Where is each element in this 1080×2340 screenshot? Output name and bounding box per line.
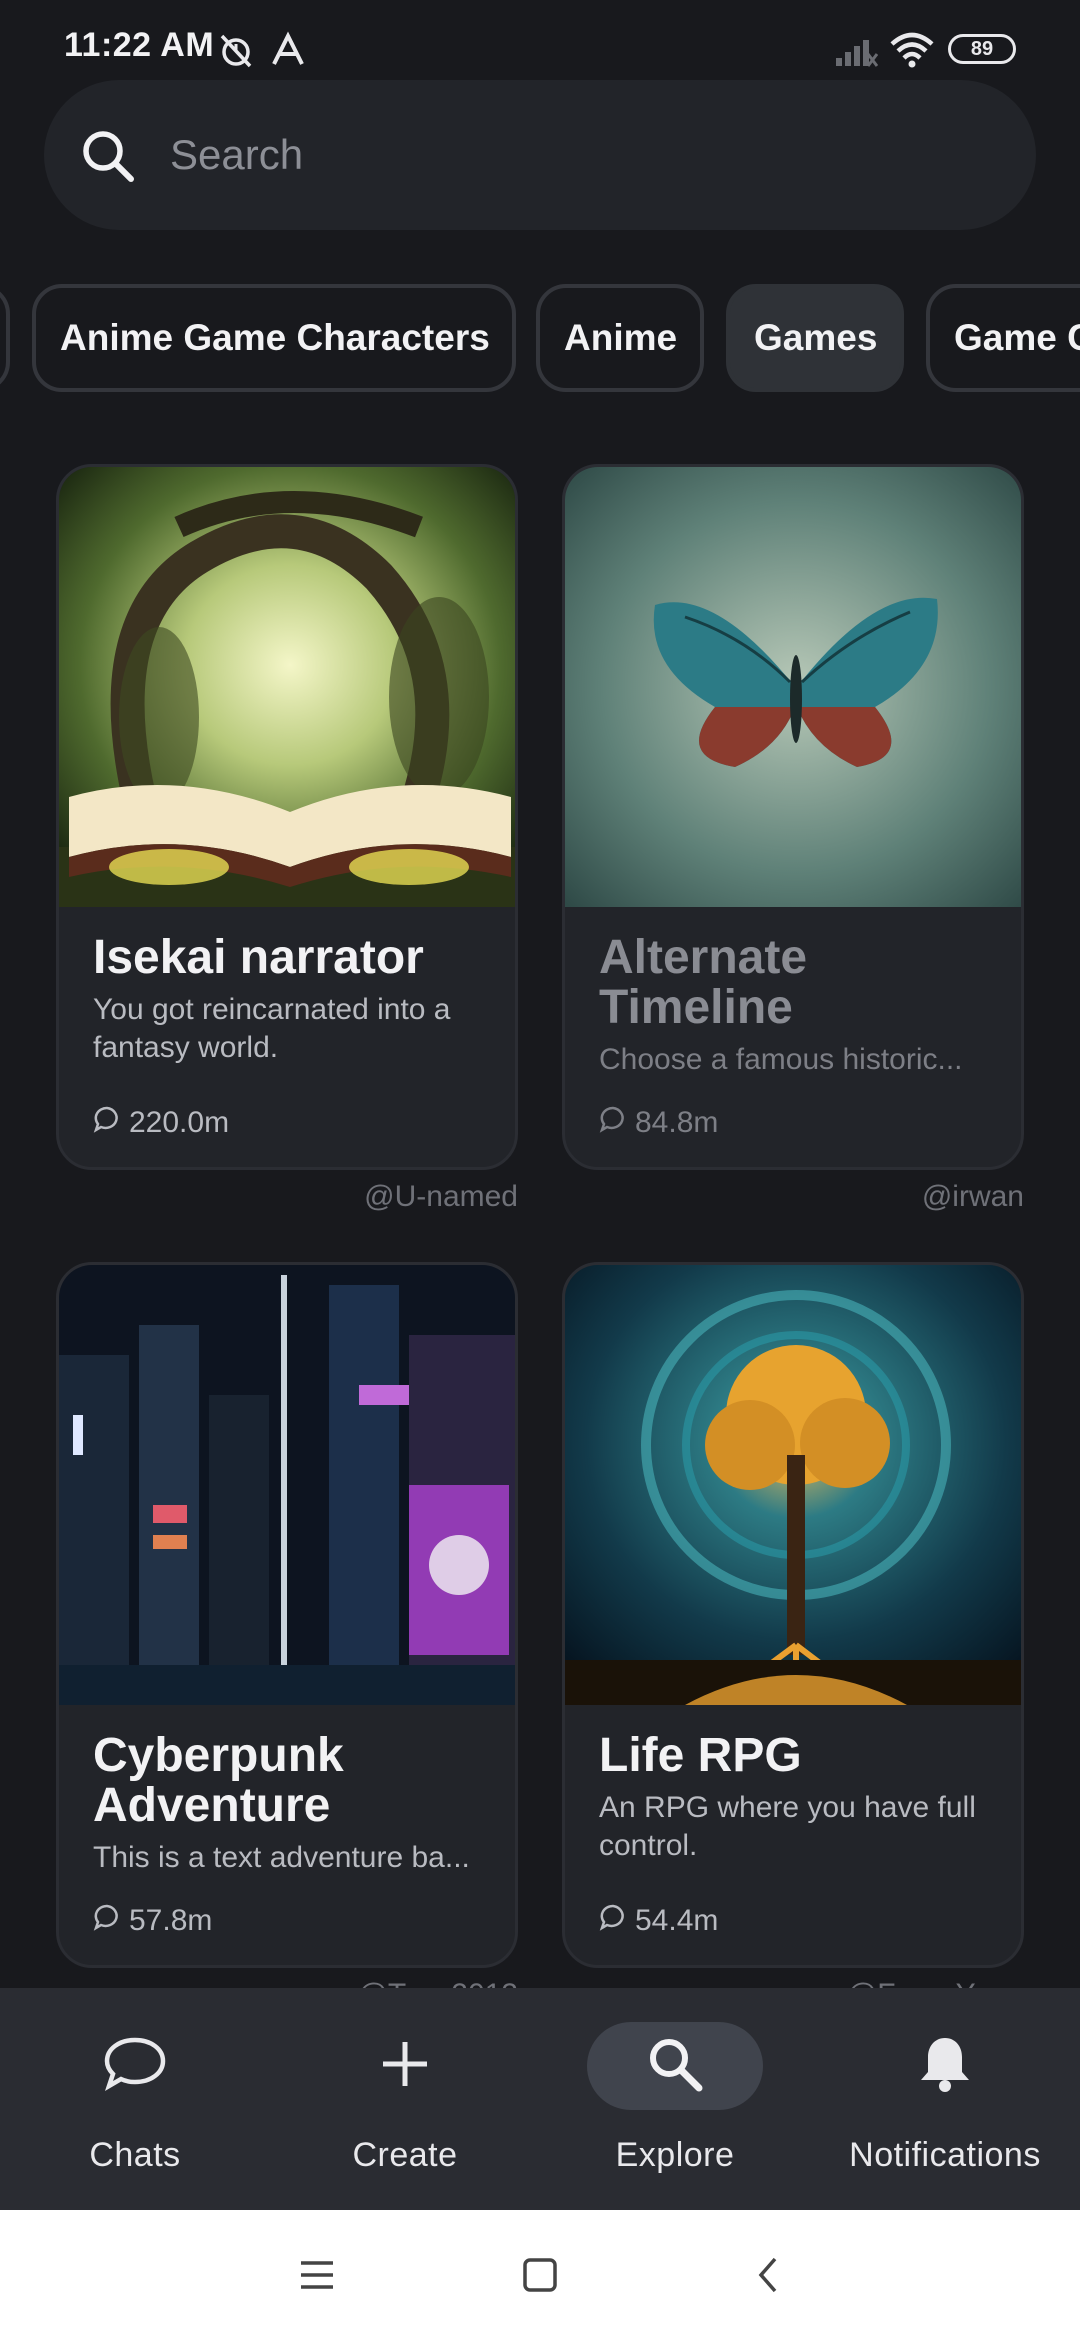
nav-icon-container: [587, 2022, 763, 2110]
nav-item-explore[interactable]: Explore: [540, 1988, 810, 2210]
card-image-magic-book: [59, 467, 515, 907]
chat-bubble-icon: [103, 2034, 167, 2099]
chat-count-value: 57.8m: [129, 1904, 213, 1937]
search-icon: [78, 126, 138, 191]
search-icon: [645, 2034, 705, 2099]
card-image-cosmic-tree: [565, 1265, 1021, 1705]
bottom-navigation: Chats Create Explore Notifications: [0, 1988, 1080, 2210]
card-title: Life RPG: [599, 1729, 802, 1782]
character-card-isekai-narrator[interactable]: Isekai narrator You got reincarnated int…: [56, 464, 518, 1170]
nav-item-notifications[interactable]: Notifications: [810, 1988, 1080, 2210]
back-icon[interactable]: [738, 2250, 798, 2300]
card-image-butterfly: [565, 467, 1021, 907]
nav-item-chats[interactable]: Chats: [0, 1988, 270, 2210]
nav-icon-container: [317, 2022, 493, 2110]
nav-label: Create: [352, 2136, 458, 2174]
character-card-cyberpunk-adventure[interactable]: Cyberpunk Adventure This is a text adven…: [56, 1262, 518, 1968]
nav-item-create[interactable]: Create: [270, 1988, 540, 2210]
character-card-alternate-timeline[interactable]: Alternate Timeline Choose a famous histo…: [562, 464, 1024, 1170]
status-time: 11:22 AM: [64, 26, 215, 64]
chat-bubble-icon: [599, 1105, 627, 1141]
card-description: You got reincarnated into a fantasy worl…: [93, 993, 451, 1064]
chat-count-value: 54.4m: [635, 1904, 719, 1937]
category-chip-game-c[interactable]: Game C: [926, 284, 1080, 392]
category-chips: Anime Game Characters Anime Games Game C: [0, 284, 1080, 392]
system-navigation-bar: [0, 2210, 1080, 2340]
chat-count: 220.0m: [93, 1105, 229, 1141]
bell-icon: [915, 2032, 975, 2101]
chat-count: 54.4m: [599, 1903, 718, 1939]
chat-bubble-icon: [93, 1903, 121, 1939]
category-chip-games[interactable]: Games: [726, 284, 904, 392]
category-chip-anime[interactable]: Anime: [536, 284, 704, 392]
recent-apps-icon[interactable]: [287, 2250, 347, 2300]
chat-count-value: 84.8m: [635, 1106, 719, 1139]
nav-label: Chats: [89, 2136, 181, 2174]
screen: 11:22 AM 89 Search Anime Game Characters…: [0, 0, 1080, 2340]
home-icon[interactable]: [510, 2250, 570, 2300]
chat-count: 57.8m: [93, 1903, 212, 1939]
character-card-life-rpg[interactable]: Life RPG An RPG where you have full cont…: [562, 1262, 1024, 1968]
card-description: An RPG where you have full control.: [599, 1791, 976, 1862]
card-author[interactable]: @U-named: [218, 1180, 518, 1214]
chat-bubble-icon: [93, 1105, 121, 1141]
alarm-off-icon: [216, 30, 256, 75]
chat-bubble-icon: [599, 1903, 627, 1939]
nav-label: Explore: [615, 2136, 735, 2174]
search-input[interactable]: [170, 120, 970, 190]
chat-count-value: 220.0m: [129, 1106, 230, 1139]
nav-icon-container: [47, 2022, 223, 2110]
card-description: Choose a famous historic...: [599, 1043, 963, 1076]
wifi-icon: [888, 30, 936, 73]
plus-icon: [377, 2036, 433, 2097]
card-author[interactable]: @irwan: [724, 1180, 1024, 1214]
card-title: Cyberpunk Adventure: [93, 1729, 344, 1832]
search-bar[interactable]: [44, 80, 1036, 230]
battery-icon: 89: [948, 34, 1016, 64]
category-chip-anime-game-characters[interactable]: Anime Game Characters: [32, 284, 516, 392]
card-title: Isekai narrator: [93, 931, 424, 984]
status-bar: 11:22 AM 89: [0, 0, 1080, 90]
category-chip-partial[interactable]: [0, 284, 10, 392]
app-notification-icon: [270, 30, 306, 75]
card-description: This is a text adventure ba...: [93, 1841, 470, 1874]
card-title: Alternate Timeline: [599, 931, 808, 1034]
nav-icon-container: [857, 2022, 1033, 2110]
card-image-neon-city: [59, 1265, 515, 1705]
chat-count: 84.8m: [599, 1105, 718, 1141]
nav-label: Notifications: [849, 2136, 1041, 2174]
signal-icon: [834, 34, 879, 73]
